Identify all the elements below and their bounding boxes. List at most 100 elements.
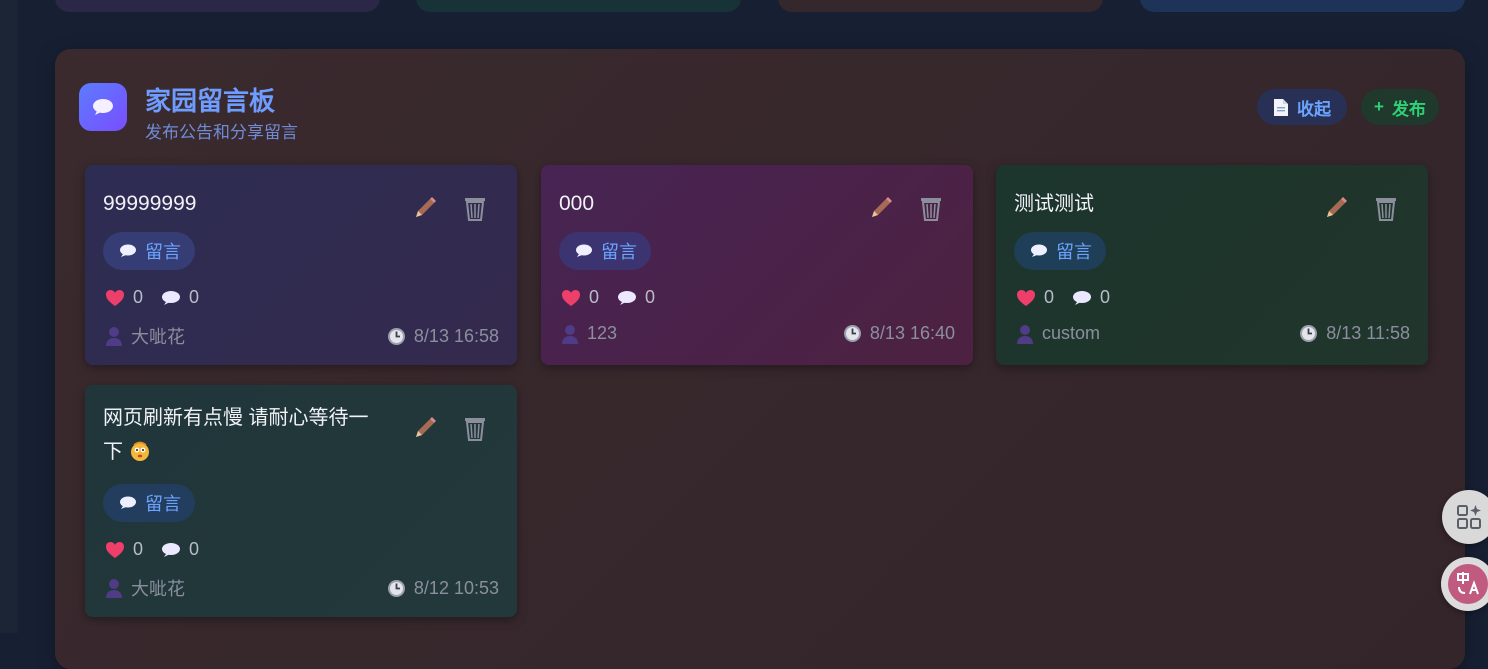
author-name: 大呲花 [131,327,185,347]
message-card[interactable]: 网页刷新有点慢 请耐心等待一下 留言 0 0 大呲花 8/12 10:53 [85,385,517,617]
author-name: 123 [587,323,618,343]
message-tag[interactable]: 留言 [103,484,195,522]
message-meta: 大呲花 8/12 10:53 [105,575,499,601]
speech-bubble-icon [162,290,181,305]
trash-icon [465,198,485,221]
delete-button[interactable] [916,193,946,223]
comment-stat[interactable]: 0 [161,287,199,308]
publish-plus: + [1374,97,1384,116]
speech-bubble-icon [576,244,592,257]
trash-icon [1376,198,1396,221]
author-name: 大呲花 [131,579,185,599]
edit-button[interactable] [410,193,440,223]
message-meta: 123 8/13 16:40 [561,323,955,344]
message-title: 99999999 [103,192,197,215]
time-text: 8/13 11:58 [1326,323,1410,343]
comment-count: 0 [189,287,200,307]
speech-bubble-icon [1031,244,1047,257]
user-icon [1017,324,1033,344]
message-title: 网页刷新有点慢 请耐心等待一下 [103,401,388,469]
time-text: 8/13 16:40 [869,323,955,343]
board-title: 家园留言板 [145,86,276,116]
message-card[interactable]: 测试测试 留言 0 0 custom 8/13 11:58 [996,165,1428,365]
trash-icon [465,418,485,441]
board-icon [79,83,127,131]
message-meta: 大呲花 8/13 16:58 [105,323,499,349]
message-card[interactable]: 99999999 留言 0 0 大呲花 8/13 16:58 [85,165,517,365]
message-tag-label: 留言 [145,242,181,262]
comment-count: 0 [645,287,656,307]
comment-stat[interactable]: 0 [161,539,199,560]
top-card-3[interactable] [778,0,1103,12]
clock-icon [1300,325,1318,342]
comment-count: 0 [1100,287,1111,307]
message-title: 测试测试 [1014,193,1094,215]
message-tag[interactable]: 留言 [1014,232,1106,270]
user-icon [106,327,122,346]
clock-icon [387,579,405,597]
delete-button[interactable] [460,193,490,223]
delete-button[interactable] [460,413,490,443]
comment-count: 0 [189,539,200,559]
edit-button[interactable] [866,193,896,223]
message-meta: custom 8/13 11:58 [1016,323,1410,344]
pencil-icon [1327,197,1347,217]
message-stats: 0 0 [105,287,217,308]
speech-bubble-icon [120,496,136,509]
message-tag[interactable]: 留言 [103,232,195,270]
heart-icon [106,541,124,558]
user-icon [106,579,122,598]
comment-stat[interactable]: 0 [617,287,655,308]
message-stats: 0 0 [1016,287,1128,308]
message-tag-label: 留言 [601,242,637,262]
heart-icon [106,289,124,306]
heart-icon [562,289,580,306]
collapse-button[interactable]: 收起 [1257,89,1347,125]
heart-icon [1017,289,1035,306]
translate-float-button[interactable] [1441,557,1488,611]
translate-icon-wrap [1448,564,1488,604]
publish-label: 发布 [1391,99,1426,119]
apps-float-button[interactable] [1442,490,1488,544]
board-subtitle: 发布公告和分享留言 [145,123,298,142]
message-card[interactable]: 000 留言 0 0 123 8/13 16:40 [541,165,973,365]
translate-icon [1457,572,1479,595]
speech-bubble-icon [93,99,113,115]
timestamp: 8/13 16:58 [387,326,499,347]
like-stat[interactable]: 0 [1016,287,1054,308]
pencil-icon [872,197,892,217]
time-text: 8/12 10:53 [413,577,499,598]
top-card-2[interactable] [416,0,741,12]
left-strip [0,0,18,633]
like-stat[interactable]: 0 [105,539,143,560]
like-stat[interactable]: 0 [105,287,143,308]
document-icon [1274,98,1288,116]
author: 大呲花 [105,575,185,601]
user-icon [562,324,578,344]
top-card-1[interactable] [55,0,380,12]
message-tag[interactable]: 留言 [559,232,651,270]
like-stat[interactable]: 0 [561,287,599,308]
message-stats: 0 0 [105,539,217,560]
edit-button[interactable] [1321,193,1351,223]
delete-button[interactable] [1371,193,1401,223]
author: custom [1016,323,1100,344]
like-count: 0 [1044,287,1055,307]
comment-stat[interactable]: 0 [1072,287,1110,308]
top-card-4[interactable] [1140,0,1465,12]
pencil-icon [416,197,436,217]
publish-button[interactable]: + 发布 [1361,89,1439,125]
collapse-label: 收起 [1297,99,1331,119]
time-text: 8/13 16:58 [413,325,499,346]
edit-button[interactable] [410,413,440,443]
clock-icon [843,325,861,342]
author: 123 [561,323,617,344]
message-stats: 0 0 [561,287,673,308]
speech-bubble-icon [618,290,637,305]
speech-bubble-icon [120,244,136,257]
speech-bubble-icon [162,542,181,557]
timestamp: 8/13 11:58 [1299,323,1410,344]
message-tag-label: 留言 [1056,242,1092,262]
like-count: 0 [133,539,144,559]
speech-bubble-icon [1073,290,1092,305]
